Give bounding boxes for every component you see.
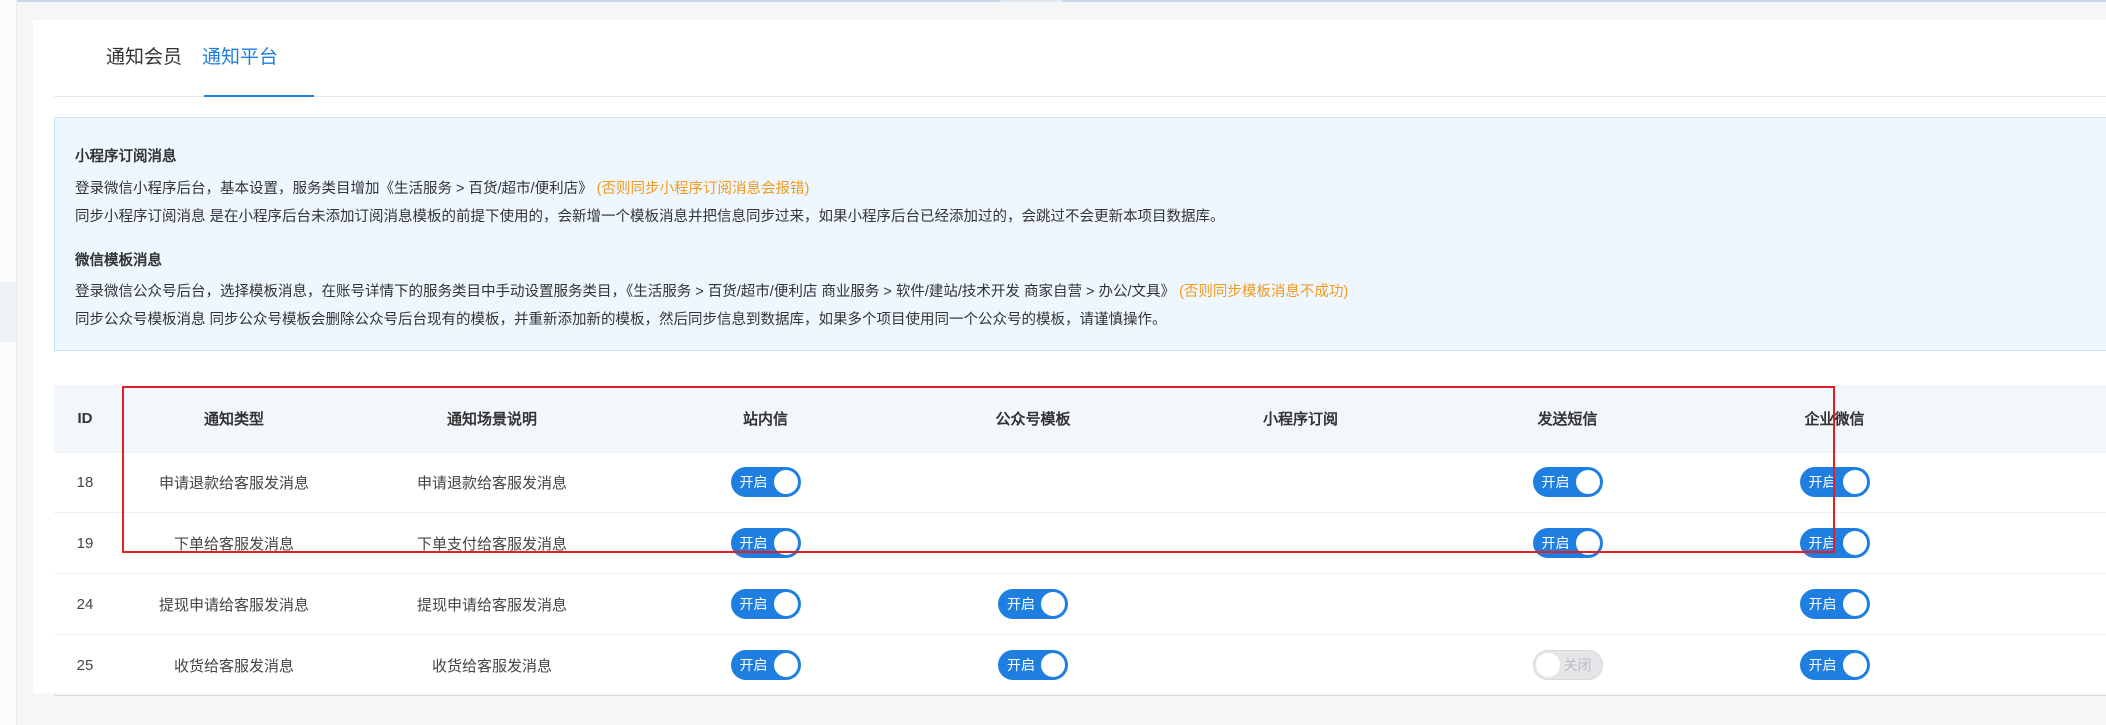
active-tab-indicator bbox=[204, 95, 314, 97]
site-message-toggle[interactable]: 开启 bbox=[730, 528, 801, 558]
toggle-label: 开启 bbox=[1808, 535, 1837, 551]
toggle-label: 开启 bbox=[1541, 474, 1570, 490]
notice-text: 登录微信公众号后台，选择模板消息，在账号详情下的服务类目中手动设置服务类目，《生… bbox=[75, 284, 1176, 300]
toggle-knob bbox=[773, 592, 798, 616]
wecom-toggle[interactable]: 开启 bbox=[1799, 467, 1870, 497]
toggle-label: 开启 bbox=[1808, 657, 1837, 673]
notice-line: 同步小程序订阅消息 是在小程序后台未添加订阅消息模板的前提下使用的，会新增一个模… bbox=[75, 209, 1225, 225]
toggle-knob bbox=[1041, 592, 1065, 616]
sms-toggle[interactable]: 开启 bbox=[1532, 467, 1603, 497]
row-type: 提现申请给客服发消息 bbox=[158, 596, 309, 614]
header-type: 通知类型 bbox=[203, 411, 264, 428]
toggle-knob bbox=[1842, 653, 1867, 677]
gzh-template-toggle[interactable]: 开启 bbox=[998, 650, 1068, 680]
notice-warning: (否则同步小程序订阅消息会报错) bbox=[596, 181, 810, 197]
row-id: 19 bbox=[76, 534, 94, 552]
left-sidebar-edge bbox=[0, 0, 17, 725]
toggle-knob bbox=[1041, 653, 1065, 677]
toggle-knob bbox=[1575, 470, 1600, 494]
toggle-knob bbox=[773, 470, 798, 494]
toggle-knob bbox=[1575, 531, 1600, 555]
notice-line: 同步公众号模板消息 同步公众号模板会删除公众号后台现有的模板，并重新添加新的模板… bbox=[75, 312, 1167, 328]
tab-bar: 通知会员 通知平台 bbox=[54, 20, 2106, 97]
wecom-toggle[interactable]: 开启 bbox=[1799, 589, 1870, 619]
row-desc: 申请退款给客服发消息 bbox=[416, 474, 567, 492]
notice-line: 登录微信公众号后台，选择模板消息，在账号详情下的服务类目中手动设置服务类目，《生… bbox=[75, 280, 1348, 301]
header-site-message: 站内信 bbox=[742, 411, 788, 428]
header-wecom: 企业微信 bbox=[1804, 411, 1865, 428]
row-type: 下单给客服发消息 bbox=[173, 535, 294, 553]
row-type: 申请退款给客服发消息 bbox=[158, 474, 309, 492]
notice-warning: (否则同步模板消息不成功) bbox=[1179, 284, 1349, 300]
row-id: 25 bbox=[76, 656, 94, 674]
header-mp-subscribe: 小程序订阅 bbox=[1262, 411, 1338, 428]
toggle-label: 关闭 bbox=[1563, 657, 1592, 673]
header-desc: 通知场景说明 bbox=[446, 411, 537, 428]
notice-line: 登录微信小程序后台，基本设置，服务类目增加《生活服务 > 百货/超市/便利店》 … bbox=[75, 177, 809, 198]
row-type: 收货给客服发消息 bbox=[173, 657, 294, 675]
notice-text: 登录微信小程序后台，基本设置，服务类目增加《生活服务 > 百货/超市/便利店》 bbox=[75, 181, 593, 197]
header-id: ID bbox=[77, 410, 93, 427]
toggle-label: 开启 bbox=[1808, 596, 1837, 612]
toggle-knob bbox=[773, 653, 798, 677]
toggle-label: 开启 bbox=[739, 657, 768, 673]
site-message-toggle[interactable]: 开启 bbox=[730, 467, 801, 497]
table-header: ID 通知类型 通知场景说明 站内信 公众号模板 小程序订阅 发送短信 企业微信 bbox=[54, 385, 2106, 453]
row-id: 24 bbox=[76, 595, 94, 613]
toggle-label: 开启 bbox=[739, 596, 768, 612]
row-desc: 提现申请给客服发消息 bbox=[416, 596, 567, 614]
content-card: 通知会员 通知平台 小程序订阅消息 登录微信小程序后台，基本设置，服务类目增加《… bbox=[33, 20, 2106, 696]
gzh-template-toggle[interactable]: 开启 bbox=[998, 589, 1068, 619]
tab-notify-platform[interactable]: 通知平台 bbox=[202, 20, 278, 96]
row-desc: 收货给客服发消息 bbox=[431, 657, 552, 675]
table-row: 18 申请退款给客服发消息 申请退款给客服发消息 开启 开启 开启 bbox=[54, 452, 2106, 513]
info-notice: 小程序订阅消息 登录微信小程序后台，基本设置，服务类目增加《生活服务 > 百货/… bbox=[54, 117, 2106, 351]
sms-toggle[interactable]: 关闭 bbox=[1532, 650, 1603, 680]
header-gzh-template: 公众号模板 bbox=[995, 411, 1071, 428]
table-row: 24 提现申请给客服发消息 提现申请给客服发消息 开启 开启 开启 bbox=[54, 574, 2106, 635]
toggle-label: 开启 bbox=[1007, 596, 1035, 612]
sms-toggle[interactable]: 开启 bbox=[1532, 528, 1603, 558]
header-sms: 发送短信 bbox=[1537, 411, 1598, 428]
toggle-label: 开启 bbox=[1541, 535, 1570, 551]
row-desc: 下单支付给客服发消息 bbox=[416, 535, 567, 553]
toggle-knob bbox=[1842, 592, 1867, 616]
wecom-toggle[interactable]: 开启 bbox=[1799, 650, 1870, 680]
table-row: 19 下单给客服发消息 下单支付给客服发消息 开启 开启 开启 bbox=[54, 513, 2106, 574]
toggle-knob bbox=[1535, 653, 1560, 677]
wecom-toggle[interactable]: 开启 bbox=[1799, 528, 1870, 558]
site-message-toggle[interactable]: 开启 bbox=[730, 589, 801, 619]
toggle-knob bbox=[1842, 470, 1867, 494]
notice-title-mp-subscribe: 小程序订阅消息 bbox=[75, 149, 177, 165]
toggle-label: 开启 bbox=[1007, 657, 1035, 673]
site-message-toggle[interactable]: 开启 bbox=[730, 650, 801, 680]
toggle-label: 开启 bbox=[739, 535, 768, 551]
toggle-knob bbox=[773, 531, 798, 555]
row-id: 18 bbox=[76, 473, 94, 491]
notice-title-wechat-template: 微信模板消息 bbox=[75, 253, 162, 269]
table-row: 25 收货给客服发消息 收货给客服发消息 开启 开启 关闭 开启 bbox=[54, 635, 2106, 696]
toggle-label: 开启 bbox=[739, 474, 768, 490]
toggle-knob bbox=[1842, 531, 1867, 555]
tab-notify-members[interactable]: 通知会员 bbox=[106, 20, 182, 96]
toggle-label: 开启 bbox=[1808, 474, 1837, 490]
top-divider bbox=[0, 0, 2106, 2]
